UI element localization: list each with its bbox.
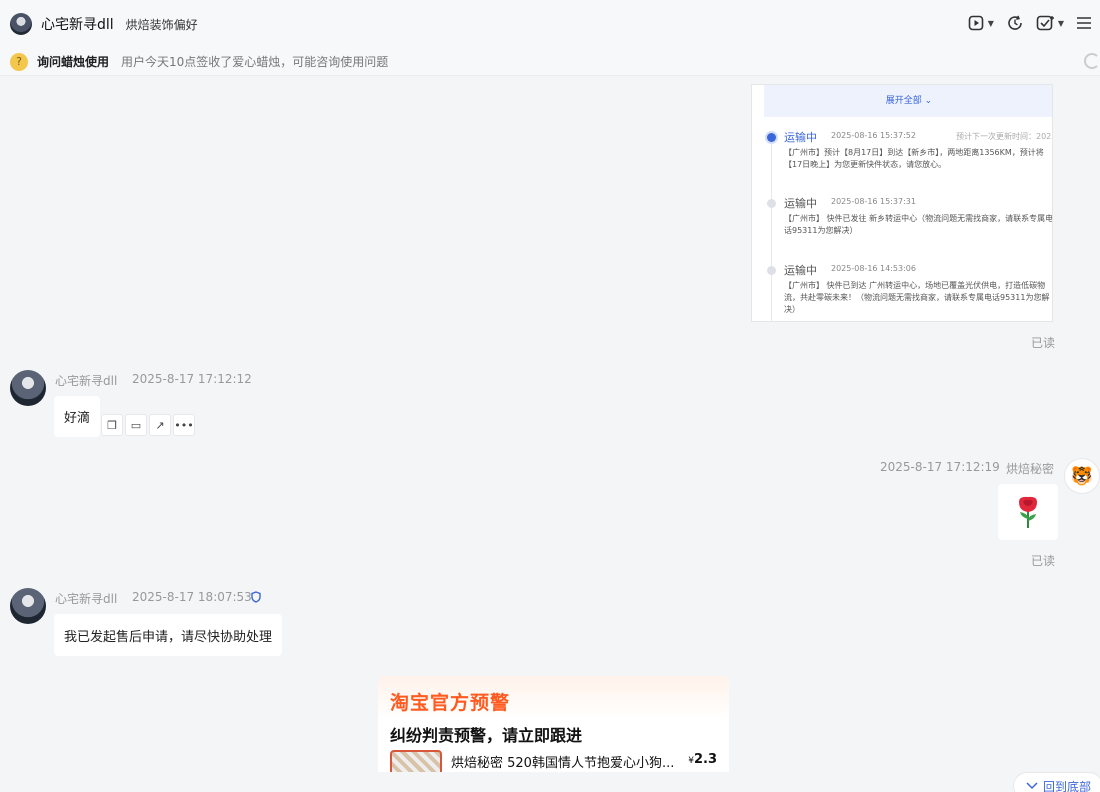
customer-avatar[interactable]: [10, 588, 46, 624]
timeline-status: 运输中: [784, 131, 817, 144]
more-actions-button[interactable]: •••: [173, 414, 195, 436]
timeline-dot: [767, 266, 776, 275]
history-tool[interactable]: [1006, 14, 1024, 32]
consult-title: 询问蜡烛使用: [37, 55, 110, 69]
consult-description: 用户今天10点签收了爱心蜡烛，可能咨询使用问题: [121, 55, 389, 69]
message-sender: 烘焙秘密: [1006, 462, 1055, 476]
customer-avatar-small[interactable]: [10, 13, 32, 35]
timeline-dot-active: [767, 133, 776, 142]
timeline-status: 运输中: [784, 264, 817, 277]
price-value: 2.3: [693, 752, 717, 767]
chat-window: 心宅新寻dll 烘焙装饰偏好 ▼ ▼ ? 询问蜡烛使用 用户今天10点签收了爱心…: [0, 0, 1100, 792]
quote-icon: ▭: [130, 418, 142, 432]
quote-button[interactable]: ▭: [125, 414, 147, 436]
warning-title: 淘宝官方预警: [390, 692, 511, 714]
thinking-emoji-icon: ?: [10, 52, 28, 71]
read-status: 已读: [1031, 554, 1056, 568]
chevron-down-icon: ▼: [987, 18, 994, 28]
timeline-line: [771, 137, 772, 321]
message-bubble[interactable]: 好滴: [54, 396, 101, 437]
timeline-description: 【广州市】预计【8月17日】到达【新乡市】，两地距离1356KM，预计将【17日…: [784, 148, 1044, 169]
back-to-bottom-button[interactable]: 回到底部: [1013, 772, 1100, 792]
message-text: 我已发起售后申请，请尽快协助处理: [64, 629, 273, 645]
timeline-time: 2025-08-16 15:37:31: [831, 197, 916, 206]
video-tool[interactable]: ▼: [968, 14, 994, 32]
customer-avatar[interactable]: [10, 370, 46, 406]
taobao-warning-card[interactable]: 淘宝官方预警 纠纷判责预警，请立即跟进 烘焙秘密 520韩国情人节抱爱心小狗..…: [378, 676, 729, 772]
loading-spinner-icon: [1084, 53, 1100, 69]
product-title[interactable]: 烘焙秘密 520韩国情人节抱爱心小狗...: [451, 752, 674, 771]
timeline-time: 2025-08-16 15:37:52: [831, 131, 916, 140]
chevron-down-icon: ▼: [1057, 18, 1064, 28]
menu-icon: [1077, 17, 1091, 29]
emoji-bubble[interactable]: [998, 484, 1058, 540]
timeline-next-update: 预计下一次更新时间：2025-0: [956, 132, 1052, 141]
timeline-description: 【广州市】 快件已发往 新乡转运中心（物流问题无需找商家，请联系专属电话9531…: [784, 214, 1053, 235]
refresh-clock-icon: [1008, 15, 1022, 30]
customer-tag: 烘焙装饰偏好: [125, 17, 198, 32]
timeline-description: 【广州市】 快件已到达 广州转运中心，场地已覆盖光伏供电，打造低碳物流，共赴零碳…: [784, 281, 1050, 314]
back-to-bottom-label: 回到底部: [1043, 779, 1092, 792]
chat-header: 心宅新寻dll 烘焙装饰偏好 ▼ ▼: [0, 0, 1100, 48]
shield-icon: [251, 591, 261, 606]
warning-subtitle: 纠纷判责预警，请立即跟进: [390, 726, 583, 745]
header-toolbar: ▼ ▼: [968, 14, 1092, 32]
forward-icon: ↗: [155, 418, 165, 432]
seller-avatar[interactable]: 🐯: [1064, 458, 1100, 494]
message-text: 好滴: [64, 411, 91, 426]
message-time: 2025-8-17 17:12:19: [880, 460, 1000, 474]
copy-icon: ❐: [107, 418, 117, 432]
message-bubble[interactable]: 我已发起售后申请，请尽快协助处理: [54, 614, 283, 656]
message-sender: 心宅新寻dll: [55, 374, 118, 388]
message-time: 2025-8-17 18:07:53: [132, 590, 252, 604]
check-icon: [1036, 15, 1054, 31]
rose-icon: [1019, 496, 1037, 528]
video-icon: [968, 15, 983, 31]
message-time: 2025-8-17 17:12:12: [132, 372, 252, 386]
chevron-down-icon: [1026, 782, 1038, 790]
message-sender: 心宅新寻dll: [55, 592, 118, 606]
more-menu[interactable]: [1076, 15, 1092, 31]
timeline-dot: [767, 199, 776, 208]
product-price: ¥2.3: [688, 752, 717, 767]
consult-hint-bar[interactable]: ? 询问蜡烛使用 用户今天10点签收了爱心蜡烛，可能咨询使用问题: [0, 48, 1100, 76]
expand-all-button[interactable]: 展开全部 ⌄: [764, 85, 1052, 117]
more-icon: •••: [174, 418, 194, 432]
logistics-card: 展开全部 ⌄ 运输中 2025-08-16 15:37:52 预计下一次更新时间…: [751, 84, 1053, 322]
product-thumbnail[interactable]: [390, 750, 442, 772]
read-status: 已读: [1031, 336, 1056, 350]
tiger-icon: 🐯: [1070, 465, 1094, 487]
forward-button[interactable]: ↗: [149, 414, 171, 436]
message-actions: ❐ ▭ ↗ •••: [101, 414, 195, 436]
customer-name[interactable]: 心宅新寻dll: [41, 14, 114, 34]
task-tool[interactable]: ▼: [1036, 14, 1064, 32]
copy-button[interactable]: ❐: [101, 414, 123, 436]
timeline-time: 2025-08-16 14:53:06: [831, 264, 916, 273]
timeline-status: 运输中: [784, 197, 817, 210]
